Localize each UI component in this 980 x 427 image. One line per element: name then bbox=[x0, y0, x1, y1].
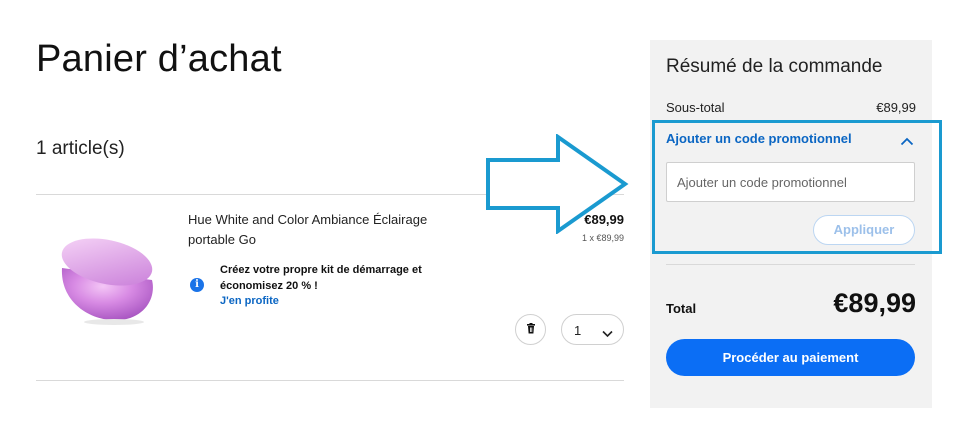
lamp-product-image[interactable] bbox=[52, 228, 162, 328]
info-icon: i bbox=[190, 278, 204, 292]
summary-divider bbox=[666, 264, 915, 265]
page-title: Panier d’achat bbox=[36, 38, 282, 80]
subtotal-label: Sous-total bbox=[666, 100, 725, 115]
annotation-arrow-icon bbox=[484, 133, 630, 235]
summary-title: Résumé de la commande bbox=[666, 56, 883, 77]
item-unit-price: 1 x €89,99 bbox=[581, 233, 624, 243]
promo-message: Créez votre propre kit de démarrage et é… bbox=[220, 264, 422, 292]
quantity-value: 1 bbox=[574, 323, 582, 338]
item-count: 1 article(s) bbox=[36, 138, 125, 159]
divider-bottom bbox=[36, 380, 624, 381]
chevron-down-icon bbox=[602, 325, 613, 343]
trash-icon bbox=[526, 321, 536, 339]
promo-code-input[interactable] bbox=[666, 162, 915, 202]
remove-item-button[interactable] bbox=[515, 314, 546, 345]
subtotal-value: €89,99 bbox=[876, 100, 916, 115]
promo-link[interactable]: J'en profite bbox=[220, 295, 279, 307]
total-value: €89,99 bbox=[833, 288, 916, 318]
total-label: Total bbox=[666, 301, 697, 316]
promo-code-toggle[interactable]: Ajouter un code promotionnel bbox=[666, 131, 852, 146]
product-name[interactable]: Hue White and Color Ambiance Éclairage p… bbox=[188, 210, 458, 250]
apply-button[interactable]: Appliquer bbox=[813, 215, 915, 245]
chevron-up-icon[interactable] bbox=[900, 133, 914, 151]
checkout-button[interactable]: Procéder au paiement bbox=[666, 339, 915, 376]
quantity-select[interactable]: 1 bbox=[561, 314, 624, 345]
